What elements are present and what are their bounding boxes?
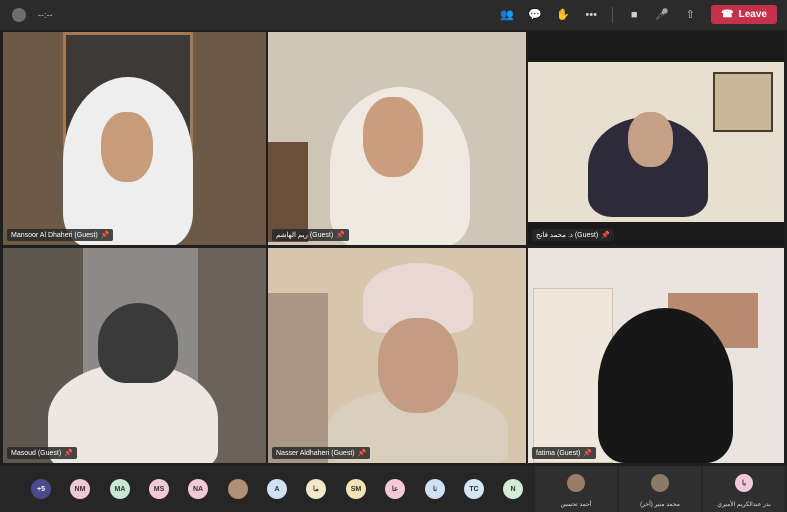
participant-nametag: Mansoor Al Dhaheri (Guest) 📌 (7, 229, 114, 241)
participant-avatar: با (735, 474, 753, 492)
participant-name: أحمد تحسين (560, 502, 592, 508)
participant-nametag: Masoud (Guest) 📌 (7, 447, 77, 459)
participant-roster: +5 NM MA MS NA A ما SM عا نا TC N أحمد ت… (0, 466, 787, 512)
share-screen-icon[interactable]: ⇧ (683, 8, 697, 22)
participant-avatar[interactable]: A (267, 479, 287, 499)
participant-name: محمد منير (آخر) (640, 502, 680, 508)
participant-avatar[interactable]: TC (464, 479, 484, 499)
bookshelf (268, 293, 328, 463)
video-tile[interactable]: ريم الهاشم (Guest) 📌 (268, 32, 526, 245)
meeting-timer: --:-- (38, 10, 53, 20)
bookshelf (268, 142, 308, 242)
participant-photo-avatar[interactable] (228, 479, 248, 499)
participant-photo-avatar (651, 474, 669, 492)
pin-icon: 📌 (357, 450, 367, 457)
participant-avatar[interactable]: MA (110, 479, 130, 499)
pin-icon: 📌 (601, 232, 610, 239)
participant-face (363, 97, 423, 177)
camera-icon[interactable]: ■ (627, 8, 641, 22)
video-tile[interactable]: Mansoor Al Dhaheri (Guest) 📌 (3, 32, 266, 245)
video-grid: Mansoor Al Dhaheri (Guest) 📌 ريم الهاشم (… (3, 32, 784, 464)
participant-nametag: fatima (Guest) 📌 (532, 447, 597, 459)
video-tile[interactable]: د. محمد فاتح (Guest) 📌 (528, 32, 784, 245)
participant-nametag: د. محمد فاتح (Guest) 📌 (532, 229, 614, 241)
participant-avatar[interactable]: عا (385, 479, 405, 499)
participant-avatar[interactable]: نا (425, 479, 445, 499)
leave-button[interactable]: ☎ Leave (711, 5, 777, 24)
participant-nametag: ريم الهاشم (Guest) 📌 (272, 229, 349, 241)
overflow-chip[interactable]: +5 (31, 479, 51, 499)
raise-hand-icon[interactable]: ✋ (556, 8, 570, 22)
pin-icon: 📌 (336, 232, 345, 239)
participant-face (378, 318, 458, 413)
video-tile[interactable]: fatima (Guest) 📌 (528, 248, 784, 463)
participant-name: بدر عبدالكريم الأميري (717, 502, 771, 508)
participant-nametag: Nasser Aldhaheri (Guest) 📌 (272, 447, 371, 459)
wall-frame (713, 72, 773, 132)
chat-icon[interactable]: 💬 (528, 8, 542, 22)
pin-icon: 📌 (64, 450, 73, 457)
participant-face (628, 112, 673, 167)
meeting-toolbar: --:-- 👥 💬 ✋ ••• ■ 🎤 ⇧ ☎ Leave (0, 0, 787, 30)
video-tile[interactable]: Nasser Aldhaheri (Guest) 📌 (268, 248, 526, 463)
participants-icon[interactable]: 👥 (500, 8, 514, 22)
spotlight-participant[interactable]: أحمد تحسين (535, 466, 617, 512)
pin-icon: 📌 (583, 450, 593, 457)
participant-video (598, 308, 733, 463)
participant-cap (98, 303, 178, 383)
participant-avatar[interactable]: MS (149, 479, 169, 499)
microphone-icon[interactable]: 🎤 (655, 8, 669, 22)
participant-avatar[interactable]: N (503, 479, 523, 499)
video-tile[interactable]: Masoud (Guest) 📌 (3, 248, 266, 463)
pin-icon: 📌 (100, 232, 110, 239)
participant-avatar[interactable]: ما (306, 479, 326, 499)
participant-avatar[interactable]: SM (346, 479, 366, 499)
spotlight-participant[interactable]: با بدر عبدالكريم الأميري (703, 466, 785, 512)
participant-photo-avatar (567, 474, 585, 492)
toolbar-divider (612, 6, 614, 23)
participant-face (101, 112, 153, 182)
leave-label: Leave (738, 9, 767, 20)
participant-avatar[interactable]: NM (70, 479, 90, 499)
meeting-controls: 👥 💬 ✋ ••• ■ 🎤 ⇧ ☎ Leave (500, 5, 777, 24)
spotlight-participant[interactable]: محمد منير (آخر) (619, 466, 701, 512)
participant-avatar[interactable]: NA (188, 479, 208, 499)
more-options-icon[interactable]: ••• (584, 8, 598, 22)
user-avatar[interactable] (12, 8, 26, 22)
phone-icon: ☎ (721, 9, 734, 20)
